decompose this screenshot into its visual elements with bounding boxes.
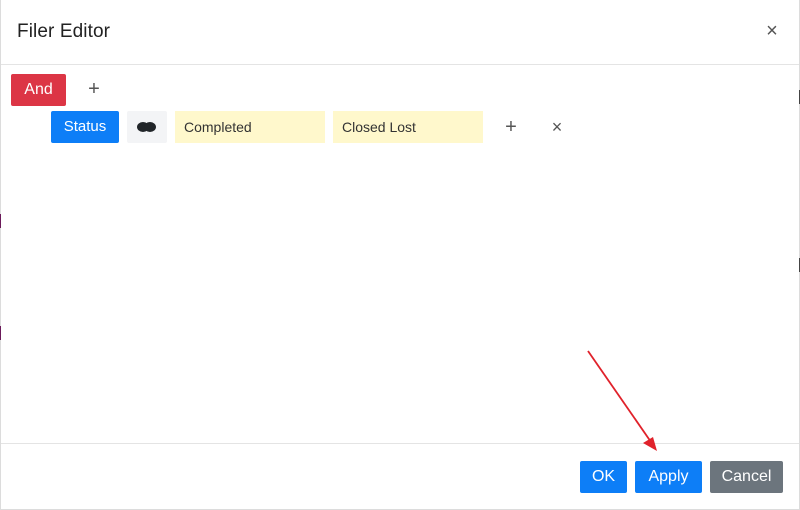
filter-editor-dialog: Filer Editor × And + Status Completed Cl… [1,0,799,510]
dialog-header: Filer Editor × [1,0,799,65]
ok-button[interactable]: OK [580,461,627,493]
dialog-footer: OK Apply Cancel [1,443,799,510]
dialog-title: Filer Editor [17,21,111,42]
cancel-button[interactable]: Cancel [710,461,783,493]
remove-condition-icon[interactable]: × [546,115,568,139]
close-icon[interactable]: × [761,20,783,42]
add-value-plus-icon[interactable]: + [500,115,522,139]
add-group-plus-icon[interactable]: + [83,77,105,101]
condition-value-closed-lost[interactable]: Closed Lost [333,111,483,143]
intersect-circles-icon[interactable] [127,111,167,143]
group-operator-button[interactable]: And [11,74,66,106]
operator-circle [144,122,156,132]
condition-value-completed[interactable]: Completed [175,111,325,143]
condition-field-button[interactable]: Status [51,111,119,143]
apply-button[interactable]: Apply [635,461,702,493]
